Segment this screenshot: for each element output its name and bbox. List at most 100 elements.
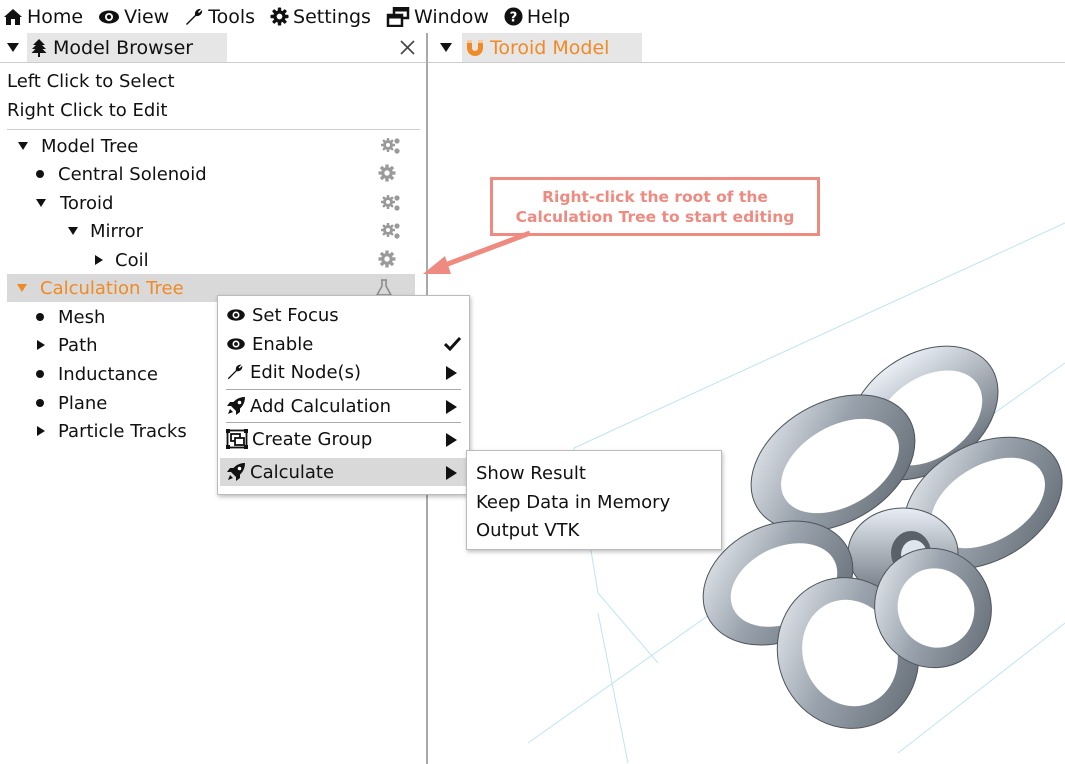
submenu-arrow-icon xyxy=(446,400,457,414)
tree-item-label: Particle Tracks xyxy=(58,420,187,442)
tree-icon xyxy=(31,38,47,57)
tree-item-toroid[interactable]: Toroid xyxy=(0,189,420,217)
expand-arrow-icon[interactable] xyxy=(36,199,46,207)
submenu-item-keep-data[interactable]: Keep Data in Memory xyxy=(476,488,670,516)
wrench-icon xyxy=(186,8,203,25)
checkmark-icon xyxy=(444,337,461,351)
menu-view[interactable]: View xyxy=(98,6,169,28)
tab-toroid-model[interactable]: Toroid Model xyxy=(462,33,642,62)
leaf-bullet-icon xyxy=(36,370,44,378)
menu-item-enable[interactable]: Enable xyxy=(218,330,469,358)
divider xyxy=(7,129,420,130)
hint-right-click: Right Click to Edit xyxy=(7,100,168,121)
wrench-icon xyxy=(227,364,243,380)
rocket-icon xyxy=(227,463,245,481)
tree-item-label: Toroid xyxy=(60,192,114,214)
tab-toroid-model-label: Toroid Model xyxy=(490,36,610,59)
tree-item-label: Model Tree xyxy=(41,135,139,157)
collapsed-arrow-icon[interactable] xyxy=(95,255,103,265)
svg-text:?: ? xyxy=(510,10,518,25)
menu-item-label: Create Group xyxy=(252,428,373,450)
menu-item-label: Add Calculation xyxy=(250,395,391,417)
menu-window[interactable]: Window xyxy=(386,6,489,28)
menu-bar: Home View Tools Settings Window ? Help xyxy=(0,0,1065,33)
menu-item-label: Set Focus xyxy=(252,304,339,326)
help-icon: ? xyxy=(504,7,523,26)
submenu-item-show-result[interactable]: Show Result xyxy=(476,459,586,487)
menu-help[interactable]: ? Help xyxy=(504,6,570,28)
3d-render-canvas[interactable] xyxy=(428,63,1065,764)
toroid-coils xyxy=(702,345,1063,729)
menu-home-label: Home xyxy=(27,5,84,28)
gear-icon[interactable] xyxy=(378,250,396,268)
collapsed-arrow-icon[interactable] xyxy=(37,340,45,350)
calculate-submenu: Show Result Keep Data in Memory Output V… xyxy=(466,450,722,550)
menu-item-edit-nodes[interactable]: Edit Node(s) xyxy=(218,358,469,386)
close-icon[interactable] xyxy=(400,40,415,55)
tree-item-label: Mirror xyxy=(90,220,144,242)
tree-item-label: Mesh xyxy=(58,306,106,328)
menu-item-set-focus[interactable]: Set Focus xyxy=(218,301,469,329)
expand-arrow-icon[interactable] xyxy=(17,284,27,292)
tab-model-browser-label: Model Browser xyxy=(53,36,194,59)
eye-icon xyxy=(227,309,245,321)
annotation-callout: Right-click the root of the Calculation … xyxy=(490,177,820,236)
menu-item-label: Enable xyxy=(252,333,314,355)
menu-item-label: Edit Node(s) xyxy=(250,361,361,383)
gear-icon[interactable] xyxy=(378,164,396,182)
menu-separator xyxy=(226,389,461,390)
callout-line-1: Right-click the root of the xyxy=(542,187,768,206)
menu-tools-label: Tools xyxy=(208,5,256,28)
group-icon xyxy=(226,429,248,449)
leaf-bullet-icon xyxy=(36,399,44,407)
menu-item-add-calculation[interactable]: Add Calculation xyxy=(218,392,469,420)
menu-window-label: Window xyxy=(413,5,489,28)
menu-item-calculate[interactable]: Calculate xyxy=(220,458,467,486)
gears-icon[interactable] xyxy=(380,221,402,241)
panel-collapse-icon[interactable] xyxy=(440,43,452,52)
leaf-bullet-icon xyxy=(36,313,44,321)
menu-tools[interactable]: Tools xyxy=(184,6,255,28)
tree-item-mirror[interactable]: Mirror xyxy=(0,217,420,245)
magnet-icon xyxy=(467,39,483,56)
tree-item-label: Coil xyxy=(115,249,149,271)
tree-item-central-solenoid[interactable]: Central Solenoid xyxy=(0,160,420,188)
window-icon xyxy=(386,6,410,27)
expand-arrow-icon[interactable] xyxy=(18,142,28,150)
menu-view-label: View xyxy=(124,5,170,28)
submenu-item-output-vtk[interactable]: Output VTK xyxy=(476,516,579,544)
tree-item-label: Calculation Tree xyxy=(40,277,184,299)
submenu-arrow-icon xyxy=(446,366,457,380)
menu-item-create-group[interactable]: Create Group xyxy=(218,425,469,453)
menu-help-label: Help xyxy=(526,5,571,28)
collapsed-arrow-icon[interactable] xyxy=(37,426,45,436)
expand-arrow-icon[interactable] xyxy=(68,227,78,235)
menu-separator xyxy=(226,422,461,423)
callout-arrow xyxy=(423,230,531,274)
submenu-arrow-icon xyxy=(446,433,457,447)
gear-icon xyxy=(270,7,289,26)
tree-item-label: Central Solenoid xyxy=(58,163,207,185)
menu-home[interactable]: Home xyxy=(3,6,83,28)
eye-icon xyxy=(227,338,245,350)
viewport-tabbar: Toroid Model xyxy=(428,33,1065,63)
tree-item-label: Plane xyxy=(58,392,108,414)
gears-icon[interactable] xyxy=(380,136,402,156)
tree-item-label: Path xyxy=(58,334,98,356)
home-icon xyxy=(4,8,22,25)
gears-icon[interactable] xyxy=(380,193,402,213)
viewport-panel: Toroid Model xyxy=(428,33,1065,764)
menu-settings-label: Settings xyxy=(293,5,371,28)
tree-item-coil[interactable]: Coil xyxy=(0,246,420,274)
panel-collapse-icon[interactable] xyxy=(7,43,19,52)
leaf-bullet-icon xyxy=(36,170,44,178)
callout-line-2: Calculation Tree to start editing xyxy=(515,207,795,226)
menu-item-label: Calculate xyxy=(250,461,335,483)
context-menu: Set Focus Enable Edit Node(s) Add Calcul… xyxy=(217,295,470,495)
menu-settings[interactable]: Settings xyxy=(270,6,371,28)
tree-item-model-tree[interactable]: Model Tree xyxy=(0,132,420,160)
model-browser-tabbar: Model Browser xyxy=(0,33,426,63)
eye-icon xyxy=(99,10,120,23)
tab-model-browser[interactable]: Model Browser xyxy=(27,33,227,62)
submenu-arrow-icon xyxy=(446,466,457,480)
